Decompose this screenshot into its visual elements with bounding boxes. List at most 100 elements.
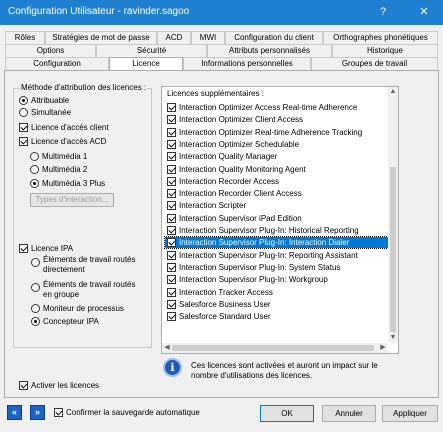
tab-client-configuration[interactable]: Configuration du client [225, 31, 323, 44]
label-group-routed-2: en groupe [43, 290, 80, 299]
license-row[interactable]: Interaction Supervisor iPad Edition [165, 213, 388, 224]
license-row[interactable]: Interaction Optimizer Access Real-time A… [165, 102, 388, 113]
scroll-right-icon[interactable]: ▶ [378, 343, 388, 353]
radio-simultanee[interactable] [19, 108, 28, 117]
scroll-left-icon[interactable]: ◀ [162, 343, 172, 353]
scroll-up-icon[interactable]: ▲ [388, 87, 398, 97]
checkbox-acd-access[interactable] [19, 137, 28, 146]
license-checkbox[interactable] [167, 176, 176, 186]
license-row[interactable]: Interaction Optimizer Schedulable [165, 139, 388, 150]
license-row[interactable]: Interaction Supervisor Plug-In: System S… [165, 262, 388, 273]
license-checkbox[interactable] [167, 262, 176, 272]
license-row[interactable]: Interaction Quality Manager [165, 151, 388, 162]
license-checkbox[interactable] [167, 250, 176, 260]
label-acd-access: Licence d'accès ACD [31, 137, 107, 146]
horizontal-scroll-thumb[interactable] [172, 345, 374, 351]
tab-acd[interactable]: ACD [157, 31, 191, 44]
tab-mwi[interactable]: MWI [191, 31, 225, 44]
license-label: Interaction Tracker Access [179, 287, 273, 297]
license-row[interactable]: Interaction Supervisor Plug-In: Reportin… [165, 250, 388, 261]
close-button[interactable]: ✕ [414, 3, 434, 21]
tab-security[interactable]: Sécurité [96, 44, 207, 57]
vertical-scroll-thumb[interactable] [390, 167, 396, 332]
license-row[interactable]: Interaction Scripter [165, 200, 388, 211]
license-checkbox[interactable] [167, 127, 176, 137]
tab-workgroups[interactable]: Groupes de travail [311, 57, 438, 70]
license-row[interactable]: Salesforce Standard User [165, 311, 388, 322]
license-row[interactable]: Interaction Supervisor Plug-In: Interact… [164, 236, 389, 250]
license-checkbox[interactable] [167, 226, 176, 235]
label-process-monitor: Moniteur de processus [43, 304, 124, 313]
checkbox-autosave[interactable] [54, 408, 63, 417]
tab-configuration[interactable]: Configuration [5, 57, 109, 70]
license-label: Interaction Supervisor Plug-In: System S… [179, 262, 341, 272]
tab-roles[interactable]: Rôles [5, 31, 45, 44]
license-row[interactable]: Interaction Tracker Access [165, 287, 388, 298]
license-checkbox[interactable] [167, 152, 176, 162]
license-checkbox[interactable] [167, 275, 176, 285]
help-button[interactable]: ? [373, 3, 393, 21]
license-row[interactable]: Interaction Recorder Client Access [165, 188, 388, 199]
license-checkbox[interactable] [167, 287, 176, 297]
cancel-button[interactable]: Annuler [322, 405, 376, 422]
label-simultanee: Simultanée [31, 108, 72, 117]
ok-button[interactable]: OK [260, 405, 314, 422]
tab-options[interactable]: Options [5, 44, 96, 57]
label-group-routed-1: Éléments de travail routés [43, 280, 136, 289]
tab-password-policies[interactable]: Stratégies de mot de passe [45, 31, 157, 44]
license-label: Interaction Optimizer Real-time Adherenc… [179, 127, 363, 137]
license-row[interactable]: Interaction Quality Monitoring Agent [165, 164, 388, 175]
horizontal-scrollbar[interactable]: ◀ ▶ [162, 343, 388, 353]
checkbox-ipa[interactable] [19, 244, 28, 253]
scroll-down-icon[interactable]: ▼ [388, 333, 398, 343]
license-row[interactable]: Salesforce Business User [165, 299, 388, 310]
label-multimedia-1: Multimédia 1 [42, 152, 88, 161]
previous-user-icon[interactable]: « [7, 405, 22, 420]
license-row[interactable]: Interaction Optimizer Real-time Adherenc… [165, 127, 388, 138]
license-row[interactable]: Interaction Recorder Access [165, 176, 388, 187]
checkbox-activate-licenses[interactable] [19, 381, 28, 390]
license-checkbox[interactable] [167, 103, 176, 112]
radio-group-routed[interactable] [31, 283, 40, 292]
additional-licenses-list[interactable]: Licences supplémentaires : Interaction O… [161, 86, 399, 354]
tab-custom-attributes[interactable]: Attributs personnalisés [207, 44, 332, 57]
license-checkbox[interactable] [167, 189, 176, 199]
license-checkbox[interactable] [167, 139, 176, 149]
radio-multimedia-2[interactable] [30, 165, 39, 174]
method-heading: Méthode d'attribution des licences : [20, 83, 148, 92]
license-checkbox[interactable] [167, 299, 176, 309]
license-checkbox[interactable] [167, 213, 176, 223]
tab-row-2: Options Sécurité Attributs personnalisés… [5, 44, 438, 57]
license-checkbox[interactable] [167, 164, 176, 174]
radio-process-monitor[interactable] [31, 304, 40, 313]
license-checkbox[interactable] [167, 115, 176, 125]
interaction-types-button[interactable]: Types d'interaction... [30, 193, 114, 207]
tab-personal-info[interactable]: Informations personnelles [183, 57, 311, 70]
license-row[interactable]: Interaction Supervisor Plug-In: Workgrou… [165, 274, 388, 285]
apply-button[interactable]: Appliquer [382, 405, 438, 422]
radio-attribuable[interactable] [19, 96, 28, 105]
label-ipa-designer: Concepteur IPA [43, 317, 99, 326]
tab-row-1: Rôles Stratégies de mot de passe ACD MWI… [5, 31, 438, 44]
radio-multimedia-3-plus[interactable] [30, 179, 39, 188]
radio-direct-routed[interactable] [31, 258, 40, 267]
license-checkbox[interactable] [167, 238, 176, 248]
tab-licence[interactable]: Licence [109, 57, 183, 71]
tab-phonetic-spellings[interactable]: Orthographes phonétiques [323, 31, 438, 44]
next-user-icon[interactable]: » [30, 405, 45, 420]
license-checkbox[interactable] [167, 312, 176, 322]
radio-multimedia-1[interactable] [30, 152, 39, 161]
vertical-scrollbar[interactable]: ▲ ▼ [388, 87, 398, 343]
license-label: Interaction Supervisor Plug-In: Historic… [179, 226, 359, 235]
license-row[interactable]: Interaction Optimizer Client Access [165, 114, 388, 125]
tab-history[interactable]: Historique [332, 44, 438, 57]
label-multimedia-2: Multimédia 2 [42, 165, 88, 174]
license-row[interactable]: Interaction Supervisor Plug-In: Historic… [165, 225, 388, 236]
radio-ipa-designer[interactable] [31, 317, 40, 326]
license-label: Salesforce Business User [179, 299, 271, 309]
checkbox-client-access[interactable] [19, 123, 28, 132]
label-autosave: Confirmer la sauvegarde automatique [66, 408, 200, 417]
info-icon: i [163, 358, 182, 377]
license-label: Interaction Supervisor iPad Edition [179, 213, 302, 223]
license-checkbox[interactable] [167, 201, 176, 211]
